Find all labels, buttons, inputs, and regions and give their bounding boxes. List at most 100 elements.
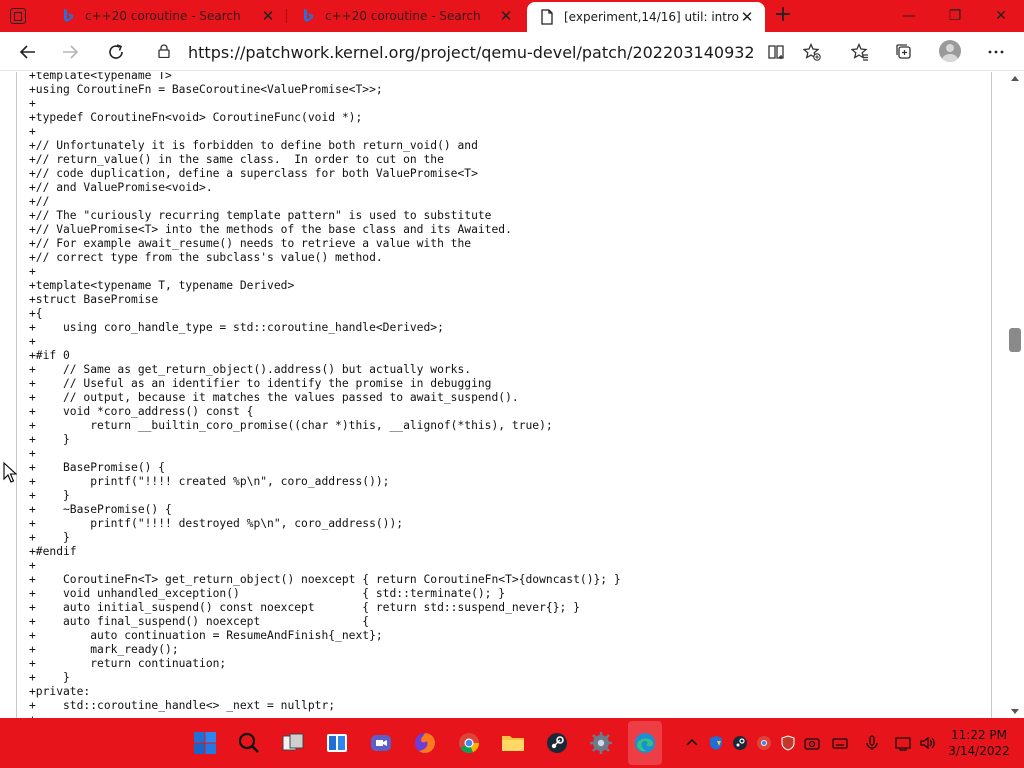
file-explorer-icon[interactable] bbox=[501, 731, 525, 755]
browser-toolbar: https://patchwork.kernel.org/project/qem… bbox=[0, 32, 1024, 71]
favorites-button[interactable] bbox=[846, 38, 874, 66]
patch-code-block: +template<typename T> +using CoroutineFn … bbox=[29, 72, 989, 718]
code-line: + auto initial_suspend() const noexcept … bbox=[29, 601, 580, 614]
page-content: +template<typename T> +using CoroutineFn … bbox=[0, 72, 1024, 718]
tab-strip: c++20 coroutine - Search ✕ c++20 corouti… bbox=[0, 0, 1024, 32]
tab-close-icon[interactable]: ✕ bbox=[498, 7, 514, 25]
code-line: +template<typename T> bbox=[29, 72, 172, 82]
content-border bbox=[16, 72, 17, 718]
profile-avatar[interactable] bbox=[939, 40, 961, 62]
chrome-tray-icon[interactable] bbox=[756, 735, 772, 751]
code-line: +#if 0 bbox=[29, 349, 70, 362]
code-line: + using coro_handle_type = std::coroutin… bbox=[29, 321, 444, 334]
code-line: + bbox=[29, 447, 36, 460]
code-line: + auto final_suspend() noexcept { bbox=[29, 615, 370, 628]
security-shield-icon[interactable] bbox=[708, 735, 724, 751]
refresh-icon bbox=[109, 44, 123, 59]
bing-icon bbox=[304, 9, 313, 22]
forward-arrow-icon bbox=[63, 45, 79, 59]
volume-icon[interactable] bbox=[919, 735, 935, 751]
scroll-up-arrow-icon[interactable] bbox=[1011, 76, 1019, 81]
search-icon[interactable] bbox=[237, 731, 261, 755]
url-text[interactable]: https://patchwork.kernel.org/project/qem… bbox=[188, 43, 754, 62]
system-clock[interactable]: 11:22 PM 3/14/2022 bbox=[944, 727, 1014, 759]
camera-icon[interactable] bbox=[804, 735, 820, 751]
address-bar[interactable]: https://patchwork.kernel.org/project/qem… bbox=[148, 35, 830, 67]
code-line: + return continuation; bbox=[29, 657, 227, 670]
mouse-cursor-icon bbox=[3, 462, 17, 483]
tab-close-icon[interactable]: ✕ bbox=[260, 7, 276, 25]
code-line: +typedef CoroutineFn<void> CoroutineFunc… bbox=[29, 111, 363, 124]
code-line: + // output, because it matches the valu… bbox=[29, 391, 519, 404]
code-line: + bbox=[29, 97, 36, 110]
windows-start-icon[interactable] bbox=[193, 731, 217, 755]
network-icon[interactable] bbox=[895, 735, 911, 751]
taskbar: 11:22 PM 3/14/2022 bbox=[0, 718, 1024, 768]
code-line: + auto continuation = ResumeAndFinish{_n… bbox=[29, 629, 383, 642]
window-close-button[interactable]: ✕ bbox=[978, 0, 1024, 32]
chevron-up-icon[interactable] bbox=[684, 735, 700, 751]
code-line: +{ bbox=[29, 307, 43, 320]
vertical-scrollbar[interactable] bbox=[1006, 72, 1024, 718]
code-line: + CoroutineFn<T> get_return_object() noe… bbox=[29, 573, 621, 586]
microphone-icon[interactable] bbox=[864, 735, 880, 751]
widgets-icon[interactable] bbox=[325, 731, 349, 755]
code-line: + // Useful as an identifier to identify… bbox=[29, 377, 492, 390]
scroll-thumb[interactable] bbox=[1009, 328, 1021, 352]
restore-button[interactable]: ❐ bbox=[932, 0, 978, 32]
code-line: + bbox=[29, 559, 36, 572]
add-favorite-button[interactable] bbox=[798, 38, 826, 66]
edge-icon[interactable] bbox=[633, 731, 657, 755]
code-line: + } bbox=[29, 671, 70, 684]
tab-patch-active[interactable]: [experiment,14/16] util: introduc ✕ bbox=[527, 2, 765, 32]
code-line: +// The "curiously recurring template pa… bbox=[29, 209, 492, 222]
code-line: + bbox=[29, 335, 36, 348]
tab-search-1[interactable]: c++20 coroutine - Search ✕ bbox=[48, 0, 286, 32]
clock-time: 11:22 PM bbox=[951, 728, 1007, 742]
code-line: +// For example await_resume() needs to … bbox=[29, 237, 472, 250]
star-add-icon bbox=[803, 43, 821, 61]
firefox-icon[interactable] bbox=[413, 731, 437, 755]
task-view-icon[interactable] bbox=[281, 731, 305, 755]
bing-icon bbox=[64, 9, 73, 22]
back-button[interactable] bbox=[14, 38, 42, 66]
forward-button[interactable] bbox=[56, 38, 84, 66]
immersive-reader-button[interactable] bbox=[762, 38, 790, 66]
back-arrow-icon bbox=[19, 45, 35, 59]
code-line: +// ValuePromise<T> into the methods of … bbox=[29, 223, 512, 236]
vpn-shield-icon[interactable] bbox=[780, 735, 796, 751]
refresh-button[interactable] bbox=[102, 38, 130, 66]
code-line: + return __builtin_coro_promise((char *)… bbox=[29, 419, 553, 432]
keyboard-icon[interactable] bbox=[832, 735, 848, 751]
minimize-button[interactable]: — bbox=[886, 0, 932, 32]
code-line: + bbox=[29, 265, 36, 278]
code-line: + mark_ready(); bbox=[29, 643, 179, 656]
code-line: +// code duplication, define a superclas… bbox=[29, 167, 478, 180]
code-line: + } bbox=[29, 433, 70, 446]
tab-label: c++20 coroutine - Search bbox=[85, 9, 241, 23]
tab-close-icon[interactable]: ✕ bbox=[739, 8, 755, 26]
teams-chat-icon[interactable] bbox=[369, 731, 393, 755]
settings-gear-icon[interactable] bbox=[589, 731, 613, 755]
steam-icon[interactable] bbox=[545, 731, 569, 755]
code-line: + void *coro_address() const { bbox=[29, 405, 254, 418]
lock-icon[interactable] bbox=[158, 44, 170, 58]
code-line: +template<typename T, typename Derived> bbox=[29, 279, 295, 292]
scroll-down-arrow-icon[interactable] bbox=[1011, 709, 1019, 714]
code-line: + printf("!!!! destroyed %p\n", coro_add… bbox=[29, 517, 404, 530]
tab-search-2[interactable]: c++20 coroutine - Search ✕ bbox=[288, 0, 524, 32]
code-line: + ~BasePromise() { bbox=[29, 503, 172, 516]
code-line: + void unhandled_exception() { std::term… bbox=[29, 587, 506, 600]
more-dots-icon bbox=[988, 50, 1004, 54]
new-tab-button[interactable]: + bbox=[772, 4, 794, 26]
chrome-icon[interactable] bbox=[457, 731, 481, 755]
code-line: +using CoroutineFn = BaseCoroutine<Value… bbox=[29, 83, 383, 96]
tab-actions-icon[interactable] bbox=[10, 8, 26, 24]
tab-label: c++20 coroutine - Search bbox=[325, 9, 481, 23]
steam-tray-icon[interactable] bbox=[732, 735, 748, 751]
page-icon bbox=[541, 9, 553, 25]
code-line: + } bbox=[29, 531, 70, 544]
collections-button[interactable] bbox=[890, 38, 918, 66]
settings-more-button[interactable] bbox=[982, 38, 1010, 66]
reader-view-icon bbox=[768, 45, 784, 59]
